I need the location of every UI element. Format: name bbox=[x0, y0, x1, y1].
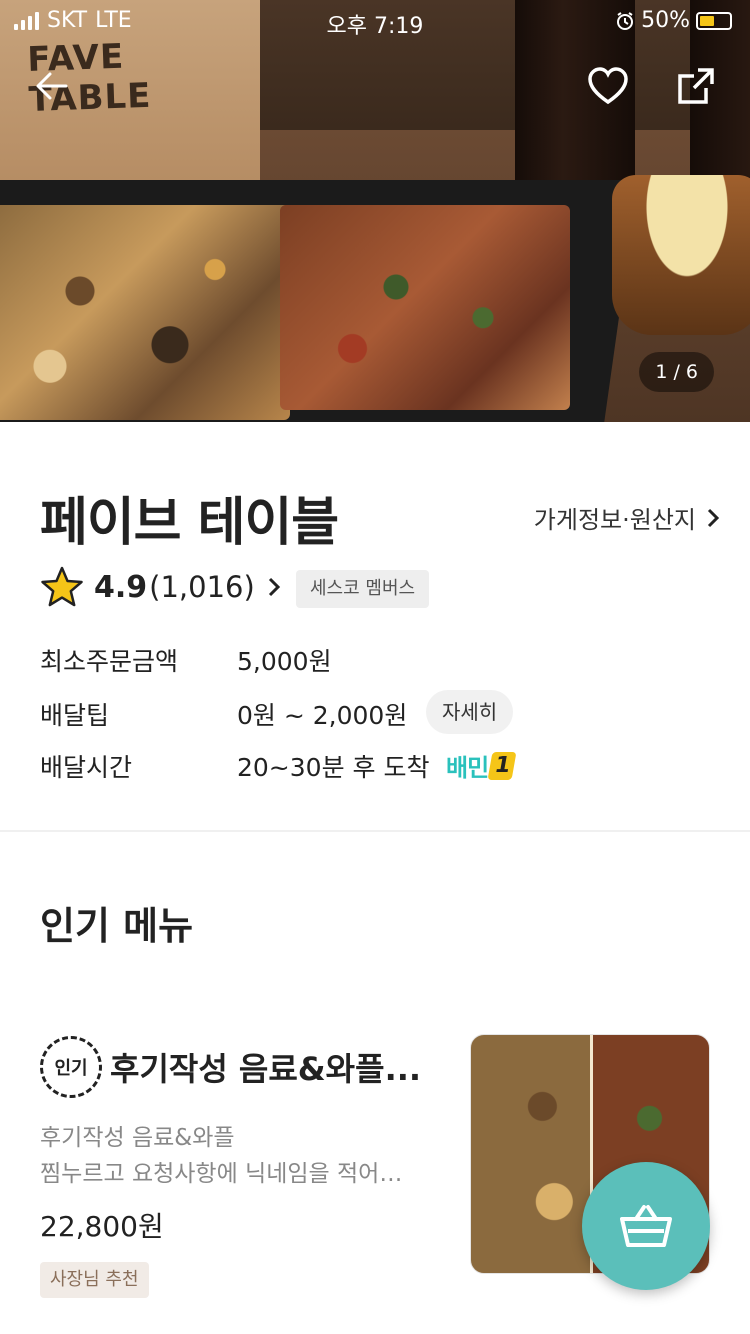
cart-button[interactable] bbox=[582, 1162, 710, 1290]
star-icon bbox=[41, 566, 83, 607]
alarm-icon bbox=[617, 11, 634, 30]
delivery-tip-value: 0원 ~ 2,000원 bbox=[237, 701, 408, 730]
hero-pizza-left bbox=[0, 205, 290, 420]
hero-fries-basket bbox=[612, 175, 750, 335]
delivery-time-value: 20~30분 후 도착 bbox=[237, 753, 430, 782]
heart-icon bbox=[588, 67, 628, 105]
status-bar: SKT LTE 오후 7:19 50% bbox=[0, 0, 750, 40]
baemin1-badge: 배민 1 bbox=[446, 748, 517, 783]
member-badge: 세스코 멤버스 bbox=[296, 570, 430, 608]
review-count: (1,016) bbox=[149, 570, 255, 604]
share-button[interactable] bbox=[674, 64, 718, 108]
back-button[interactable] bbox=[30, 64, 74, 108]
battery-icon bbox=[696, 11, 732, 30]
min-order-value: 5,000원 bbox=[237, 647, 332, 676]
owner-recommend-badge: 사장님 추천 bbox=[40, 1262, 149, 1298]
arrow-left-icon bbox=[36, 72, 68, 100]
menu-item-name: 후기작성 음료&와플... bbox=[110, 1050, 422, 1088]
chevron-right-icon bbox=[268, 577, 280, 597]
share-icon bbox=[678, 68, 714, 104]
battery-fill bbox=[700, 15, 714, 26]
rating-score: 4.9 bbox=[94, 569, 148, 605]
favorite-button[interactable] bbox=[586, 64, 630, 108]
store-info-label: 가게정보·원산지 bbox=[533, 506, 696, 534]
baemin1-label: 배민 bbox=[446, 754, 489, 782]
delivery-tip-detail-button[interactable]: 자세히 bbox=[426, 690, 514, 734]
min-order-label: 최소주문금액 bbox=[40, 647, 179, 676]
hero-pizza-right bbox=[280, 205, 570, 410]
store-name: 페이브 테이블 bbox=[40, 493, 339, 553]
store-info-link[interactable]: 가게정보·원산지 bbox=[534, 500, 720, 535]
delivery-tip-label: 배달팁 bbox=[40, 701, 110, 730]
battery-percent: 50% bbox=[641, 8, 690, 33]
baemin1-number: 1 bbox=[487, 751, 517, 780]
basket-icon bbox=[620, 1205, 672, 1247]
menu-item-desc-line1: 후기작성 음료&와플 bbox=[40, 1125, 235, 1151]
image-page-indicator: 1 / 6 bbox=[639, 352, 714, 392]
popular-badge: 인기 bbox=[40, 1036, 102, 1098]
delivery-time-label: 배달시간 bbox=[40, 753, 133, 782]
chevron-right-icon bbox=[707, 508, 720, 527]
rating-row[interactable]: 4.9 (1,016) bbox=[40, 566, 281, 608]
popular-menu-title: 인기 메뉴 bbox=[40, 904, 194, 948]
section-divider bbox=[0, 830, 750, 832]
menu-item-desc-line2: 찜누르고 요청사항에 닉네임을 적어… bbox=[40, 1161, 403, 1187]
status-right: 50% bbox=[615, 8, 732, 33]
menu-item-price: 22,800원 bbox=[40, 1210, 164, 1243]
hero-image[interactable]: FAVE TABLE bbox=[0, 0, 750, 422]
